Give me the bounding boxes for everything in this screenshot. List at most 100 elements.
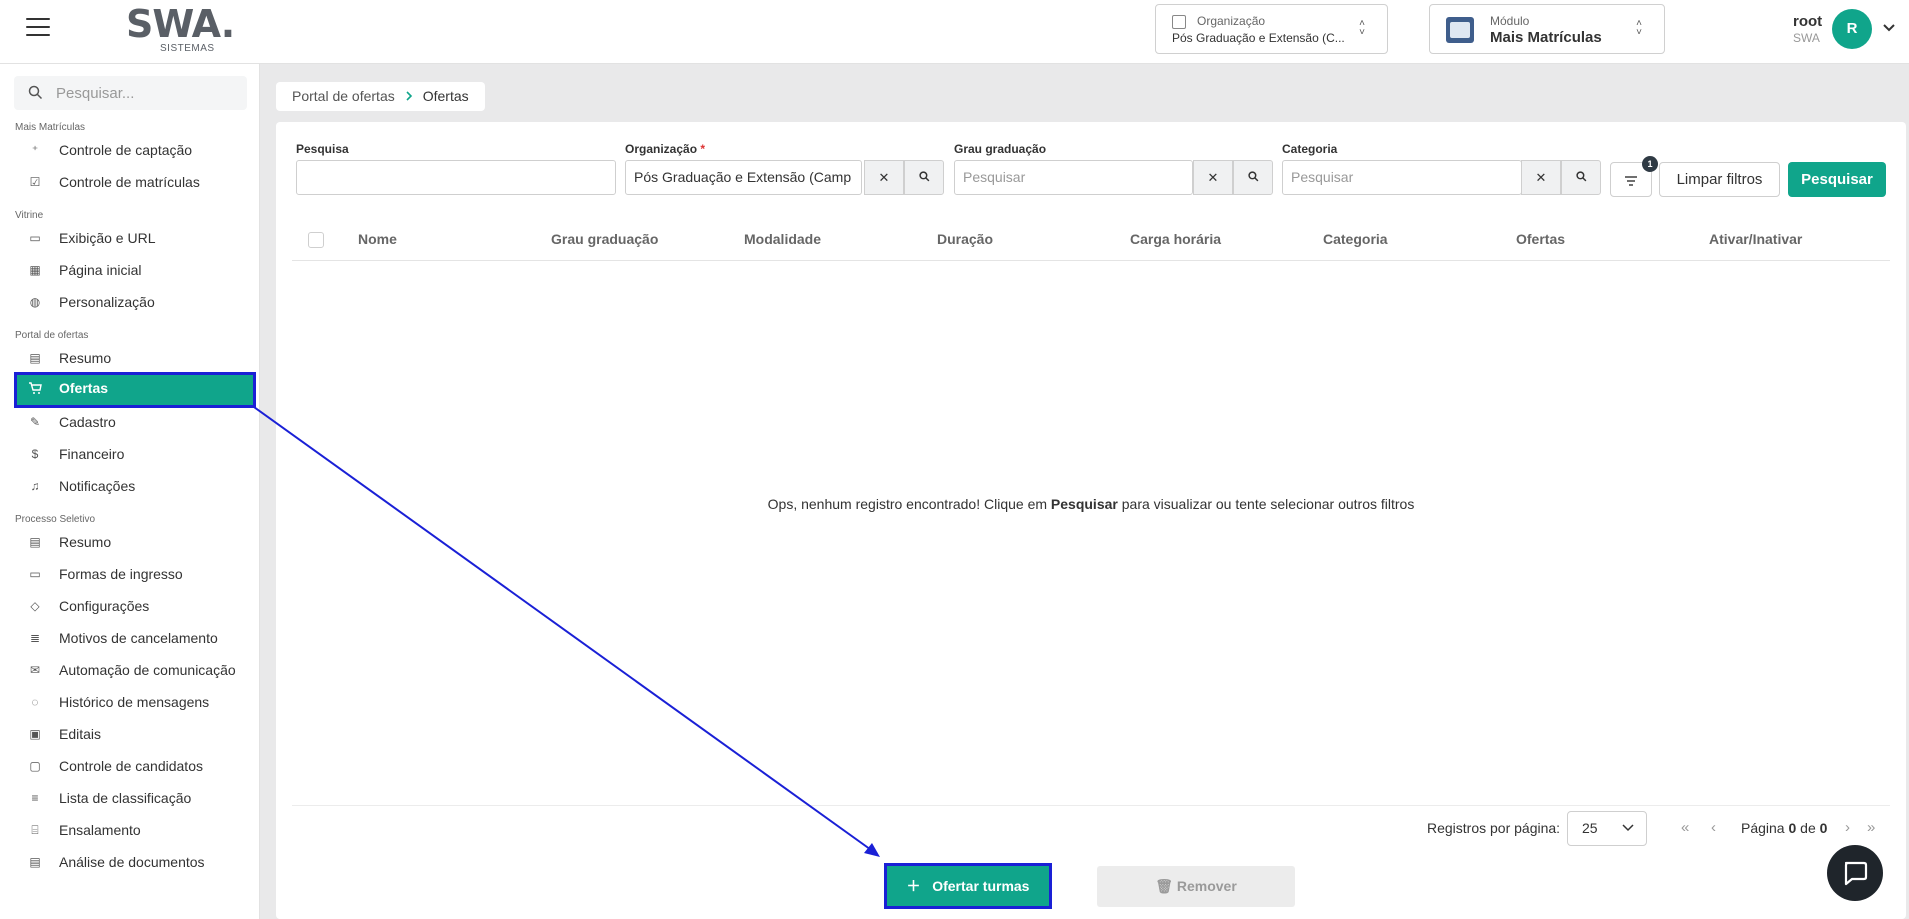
browser-icon: ▭ [29,231,41,245]
sidebar-item-exibicao-url[interactable]: ▭ Exibição e URL [14,222,256,254]
sidebar-item-ofertas[interactable]: Ofertas [14,372,256,408]
sidebar-item-controle-candidatos[interactable]: ▢ Controle de candidatos [14,750,256,782]
sidebar-item-lista-classificacao[interactable]: ≡ Lista de classificação [14,782,256,814]
column-header[interactable]: Modalidade [744,231,821,247]
sidebar-item-label: Cadastro [59,414,116,430]
column-header[interactable]: Carga horária [1130,231,1221,247]
building-icon [1172,15,1186,29]
empty-prefix: Ops, nenhum registro encontrado! Clique … [767,496,1051,512]
table-header: Nome Grau graduação Modalidade Duração C… [292,217,1890,261]
sidebar-item-historico-mensagens[interactable]: ◌ Histórico de mensagens [14,686,256,718]
sidebar-item-configuracoes[interactable]: ◇ Configurações [14,590,256,622]
sidebar-item-label: Resumo [59,350,112,366]
sidebar-item-label: Ensalamento [59,822,141,838]
search-category-button[interactable] [1561,160,1601,195]
sidebar-item-resumo-portal[interactable]: ▤ Resumo [14,342,256,374]
sidebar-item-motivos-cancelamento[interactable]: ≣ Motivos de cancelamento [14,622,256,654]
chat-widget-button[interactable] [1827,845,1883,901]
page-indicator: Página 0 de 0 [1741,820,1827,836]
empty-bold: Pesquisar [1050,496,1118,512]
sidebar-item-cadastro[interactable]: ✎ Cadastro [14,406,256,438]
window-icon: ▢ [29,759,41,773]
sidebar-item-label: Motivos de cancelamento [59,630,218,646]
user-org: SWA [1793,31,1820,45]
breadcrumb: Portal de ofertas Ofertas [276,82,485,111]
prev-page-icon[interactable]: ‹ [1711,819,1716,836]
sidebar-item-label: Notificações [59,478,136,494]
grade-field[interactable]: Pesquisar [954,160,1193,195]
remove-label: Remover [1176,878,1237,894]
rows-per-page-select[interactable]: 25 [1567,811,1647,846]
organization-field[interactable]: Pós Graduação e Extensão (Camp [625,160,862,195]
column-header[interactable]: Nome [358,231,397,247]
sidebar-item-label: Análise de documentos [59,854,205,870]
sidebar-section-title: Processo Seletivo [15,514,96,525]
mortarboard-icon: ◇ [30,599,40,613]
offer-classes-button[interactable]: ＋ Ofertar turmas [884,863,1052,909]
updown-chevron-icon: ˄ ˅ [1359,18,1365,38]
remove-button[interactable]: 🗑 Remover [1097,866,1295,907]
clear-grade-button[interactable]: ✕ [1193,160,1233,195]
sidebar-item-label: Página inicial [59,262,142,278]
document-icon: ▤ [29,855,41,869]
chevron-down-icon[interactable] [1882,20,1896,36]
menu-icon[interactable] [26,18,50,38]
ordered-list-icon: ≡ [31,791,39,805]
column-header[interactable]: Categoria [1323,231,1388,247]
sidebar-search-placeholder: Pesquisar... [56,85,135,102]
clear-filters-button[interactable]: Limpar filtros [1659,162,1780,197]
user-name: root [1793,13,1823,30]
filter-icon [1624,174,1638,192]
sidebar-item-label: Controle de matrículas [59,174,200,190]
plus-icon: ＋ [906,878,921,894]
sidebar-item-controle-captacao[interactable]: ⁺ Controle de captação [14,134,256,166]
sidebar-item-editais[interactable]: ▣ Editais [14,718,256,750]
column-header[interactable]: Grau graduação [551,231,658,247]
sidebar-item-automacao-comunicacao[interactable]: ✉ Automação de comunicação [14,654,256,686]
sidebar-section-title: Vitrine [15,210,44,221]
sidebar-item-pagina-inicial[interactable]: ▦ Página inicial [14,254,256,286]
sidebar-item-formas-ingresso[interactable]: ▭ Formas de ingresso [14,558,256,590]
search-icon [918,170,930,185]
organization-selector[interactable]: Organização Pós Graduação e Extensão (C.… [1155,4,1388,54]
sidebar-item-label: Controle de captação [59,142,193,158]
avatar[interactable]: R [1832,9,1872,49]
sidebar-item-label: Financeiro [59,446,125,462]
sidebar-item-controle-matriculas[interactable]: ☑ Controle de matrículas [14,166,256,198]
breadcrumb-parent[interactable]: Portal de ofertas [292,82,395,111]
search-field[interactable] [296,160,616,195]
column-header[interactable]: Ofertas [1516,231,1565,247]
user-plus-icon: ⁺ [31,143,39,157]
column-header[interactable]: Ativar/Inativar [1709,231,1802,247]
select-all-checkbox[interactable] [308,232,324,248]
sidebar-item-notificacoes[interactable]: ♫ Notificações [14,470,256,502]
sidebar-item-financeiro[interactable]: $ Financeiro [14,438,256,470]
search-grade-button[interactable] [1233,160,1273,195]
sidebar-item-label: Ofertas [59,380,109,396]
module-selector[interactable]: Módulo Mais Matrículas ˄ ˅ [1429,4,1665,54]
trash-icon: 🗑 [1155,878,1173,894]
clear-organization-button[interactable]: ✕ [864,160,904,195]
clear-category-button[interactable]: ✕ [1521,160,1561,195]
summary-icon: ▤ [29,351,41,365]
column-header[interactable]: Duração [937,231,993,247]
sidebar-search-input[interactable]: Pesquisar... [14,76,247,110]
module-icon [1446,17,1474,43]
dollar-icon: $ [31,447,39,461]
chat-history-icon: ◌ [31,695,39,709]
breadcrumb-current: Ofertas [422,88,469,104]
chat-icon [1844,861,1868,886]
sidebar-item-personalizacao[interactable]: ◍ Personalização [14,286,256,318]
last-page-icon[interactable]: » [1867,819,1875,836]
sidebar-item-resumo-processo[interactable]: ▤ Resumo [14,526,256,558]
category-field[interactable]: Pesquisar [1282,160,1522,195]
next-page-icon[interactable]: › [1845,819,1850,836]
first-page-icon[interactable]: « [1681,819,1689,836]
search-button[interactable]: Pesquisar [1788,162,1886,197]
chevron-down-icon [1622,812,1634,845]
sidebar-item-ensalamento[interactable]: ⌸ Ensalamento [14,814,256,846]
chevron-right-icon [405,82,413,111]
sidebar-item-analise-documentos[interactable]: ▤ Análise de documentos [14,846,256,878]
search-organization-button[interactable] [904,160,944,195]
seat-icon: ⌸ [31,823,39,837]
